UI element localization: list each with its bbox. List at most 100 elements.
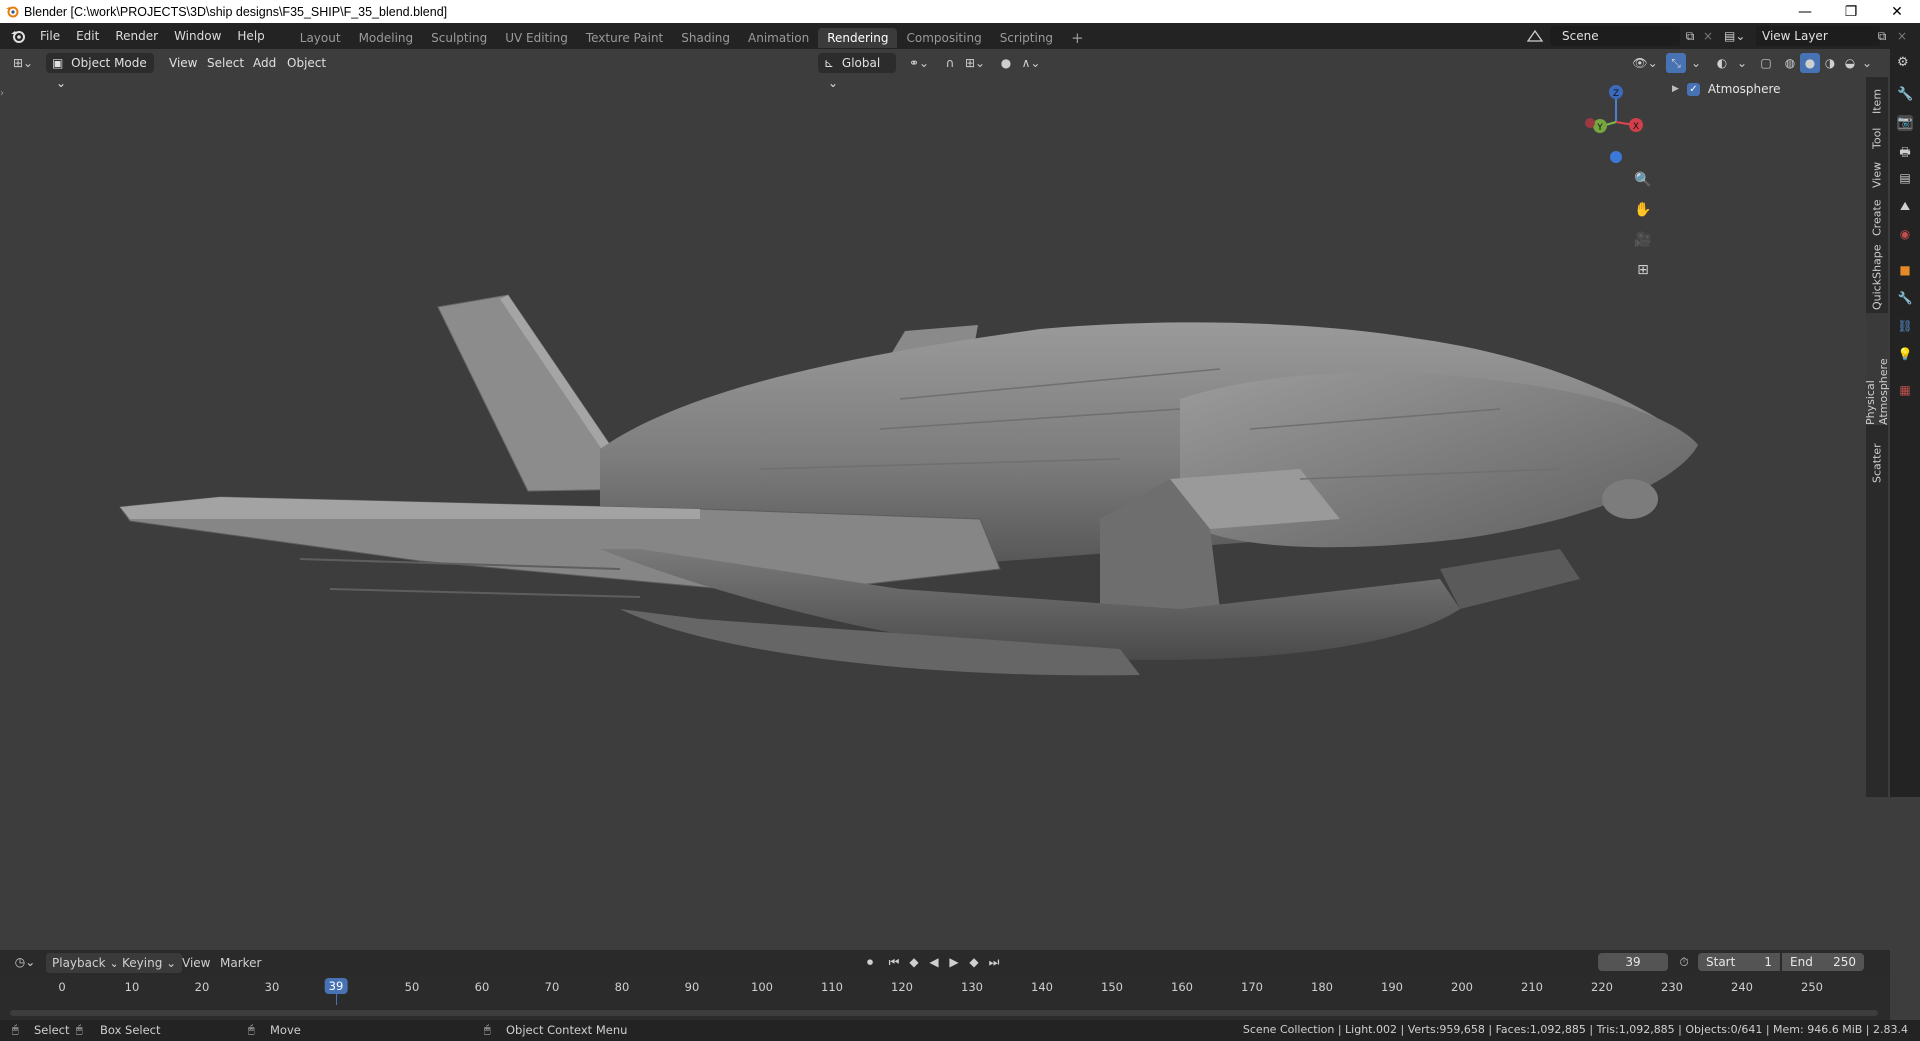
- overlays-menu-icon[interactable]: ⌄: [1732, 53, 1752, 73]
- timeline-menu-playback[interactable]: Playback ⌄: [46, 953, 126, 973]
- tab-shading[interactable]: Shading: [672, 28, 739, 48]
- viewport-menu-select[interactable]: Select: [202, 53, 249, 73]
- add-workspace-button[interactable]: +: [1062, 28, 1093, 48]
- tab-physical-atmosphere[interactable]: Physical Atmosphere: [1864, 313, 1890, 425]
- visibility-icon[interactable]: 👁⌄: [1630, 53, 1660, 73]
- tab-layout[interactable]: Layout: [291, 28, 350, 48]
- pan-hand-icon[interactable]: ✋: [1633, 200, 1653, 220]
- rendered-shading-icon[interactable]: ◒: [1840, 53, 1860, 73]
- menu-render[interactable]: Render: [107, 23, 166, 49]
- play-icon[interactable]: ▶: [944, 952, 964, 972]
- expand-arrow-icon[interactable]: ▶: [1672, 84, 1679, 94]
- jump-end-icon[interactable]: ⏭: [984, 952, 1004, 972]
- snap-icon[interactable]: ∩: [940, 53, 960, 73]
- 3d-viewport[interactable]: [0, 49, 1866, 950]
- output-properties-icon[interactable]: 🖶: [1897, 143, 1913, 159]
- viewport-menu-view[interactable]: View: [164, 53, 202, 73]
- xray-icon[interactable]: ▢: [1756, 53, 1776, 73]
- jump-start-icon[interactable]: ⏮: [884, 952, 904, 972]
- proportional-edit-icon[interactable]: ●: [996, 53, 1016, 73]
- render-properties-icon[interactable]: 📷: [1897, 115, 1913, 131]
- menu-help[interactable]: Help: [229, 23, 272, 49]
- shading-menu-icon[interactable]: ⌄: [1860, 53, 1874, 73]
- world-properties-icon[interactable]: ◉: [1897, 227, 1913, 243]
- minimize-button[interactable]: —: [1782, 0, 1828, 23]
- maximize-button[interactable]: ❐: [1828, 0, 1874, 23]
- view-layer-properties-icon[interactable]: ▤: [1897, 171, 1913, 187]
- viewport-menu-object[interactable]: Object: [282, 53, 331, 73]
- tab-quickshape[interactable]: QuickShape: [1866, 243, 1888, 311]
- timeline-editor-icon[interactable]: ◷⌄: [10, 952, 40, 972]
- object-properties-icon[interactable]: ■: [1897, 263, 1913, 279]
- camera-view-icon[interactable]: 🎥: [1633, 230, 1653, 250]
- data-properties-icon[interactable]: 💡: [1897, 347, 1913, 363]
- tab-tool[interactable]: Tool: [1866, 121, 1888, 155]
- view-layer-field[interactable]: View Layer: [1756, 26, 1880, 46]
- prev-keyframe-icon[interactable]: ◆: [904, 952, 924, 972]
- view-layer-browse-icon[interactable]: ▤⌄: [1724, 26, 1754, 46]
- wireframe-shading-icon[interactable]: ◍: [1780, 53, 1800, 73]
- new-view-layer-icon[interactable]: ⧉: [1872, 26, 1892, 46]
- menu-file[interactable]: File: [32, 23, 68, 49]
- timeline-menu-view[interactable]: View: [176, 953, 216, 973]
- zoom-icon[interactable]: 🔍: [1633, 170, 1653, 190]
- tab-scripting[interactable]: Scripting: [991, 28, 1062, 48]
- tick-190: 190: [1381, 980, 1403, 994]
- menu-edit[interactable]: Edit: [68, 23, 107, 49]
- timeline-menu-marker[interactable]: Marker: [214, 953, 267, 973]
- close-button[interactable]: ✕: [1874, 0, 1920, 23]
- blender-menu-icon[interactable]: [10, 28, 26, 44]
- overlays-icon[interactable]: ◐: [1712, 53, 1732, 73]
- material-shading-icon[interactable]: ◑: [1820, 53, 1840, 73]
- tab-item[interactable]: Item: [1866, 83, 1888, 119]
- tab-scatter[interactable]: Scatter: [1866, 437, 1888, 489]
- outliner-atmosphere-row[interactable]: ▶ ✓ Atmosphere: [1672, 80, 1862, 98]
- record-icon[interactable]: ⏺: [860, 952, 880, 972]
- start-frame-field[interactable]: Start 1: [1698, 953, 1780, 971]
- current-frame-marker[interactable]: 39: [324, 978, 348, 994]
- ortho-grid-icon[interactable]: ⊞: [1633, 260, 1653, 280]
- new-scene-icon[interactable]: ⧉: [1680, 26, 1700, 46]
- remove-scene-icon[interactable]: ×: [1700, 26, 1716, 46]
- tab-texture-paint[interactable]: Texture Paint: [577, 28, 672, 48]
- viewport-menu-add[interactable]: Add: [248, 53, 281, 73]
- object-mode-dropdown[interactable]: ▣ Object Mode ⌄: [46, 53, 154, 90]
- texture-properties-icon[interactable]: ▦: [1897, 383, 1913, 399]
- snap-target-icon[interactable]: ⊞⌄: [960, 53, 990, 73]
- tab-sculpting[interactable]: Sculpting: [422, 28, 496, 48]
- editor-type-icon[interactable]: ⊞⌄: [8, 53, 38, 73]
- tab-compositing[interactable]: Compositing: [897, 28, 990, 48]
- scene-field[interactable]: Scene: [1550, 26, 1680, 46]
- scene-browse-icon[interactable]: [1524, 26, 1546, 46]
- tab-modeling[interactable]: Modeling: [350, 28, 423, 48]
- spaceship-model[interactable]: [0, 49, 1866, 950]
- proportional-falloff-icon[interactable]: ∧⌄: [1016, 53, 1046, 73]
- end-frame-field[interactable]: End 250: [1782, 953, 1864, 971]
- properties-editor-icon[interactable]: ⚙: [1897, 55, 1913, 71]
- modifier-properties-icon[interactable]: 🔧: [1897, 291, 1913, 307]
- solid-shading-icon[interactable]: ●: [1800, 53, 1820, 73]
- navigation-gizmo[interactable]: Z Y X: [1576, 82, 1646, 172]
- tab-animation[interactable]: Animation: [739, 28, 818, 48]
- tab-rendering[interactable]: Rendering: [818, 27, 898, 48]
- remove-view-layer-icon[interactable]: ×: [1892, 26, 1912, 46]
- toolbar-toggle-icon[interactable]: ›: [0, 88, 8, 102]
- gizmo-toggle-icon[interactable]: ⤡: [1666, 53, 1686, 73]
- next-keyframe-icon[interactable]: ◆: [964, 952, 984, 972]
- tool-settings-icon[interactable]: 🔧: [1897, 87, 1913, 103]
- tab-view[interactable]: View: [1866, 157, 1888, 193]
- timeline-scrollbar[interactable]: [10, 1010, 1878, 1016]
- tab-uv-editing[interactable]: UV Editing: [496, 28, 577, 48]
- current-frame-field[interactable]: 39: [1598, 953, 1668, 971]
- gizmo-menu-icon[interactable]: ⌄: [1686, 53, 1706, 73]
- constraint-properties-icon[interactable]: ⛓: [1897, 319, 1913, 335]
- timeline-menu-keying[interactable]: Keying ⌄: [116, 953, 183, 973]
- tab-create[interactable]: Create: [1866, 195, 1888, 241]
- transform-orientation-dropdown[interactable]: ⊾ Global ⌄: [818, 53, 896, 90]
- pivot-point-icon[interactable]: ⚭⌄: [904, 53, 934, 73]
- atmosphere-checkbox[interactable]: ✓: [1686, 82, 1700, 96]
- menu-window[interactable]: Window: [166, 23, 229, 49]
- play-reverse-icon[interactable]: ◀: [924, 952, 944, 972]
- scene-properties-icon[interactable]: ⛰: [1897, 199, 1913, 215]
- preview-range-clock-icon[interactable]: ⏱: [1674, 952, 1694, 972]
